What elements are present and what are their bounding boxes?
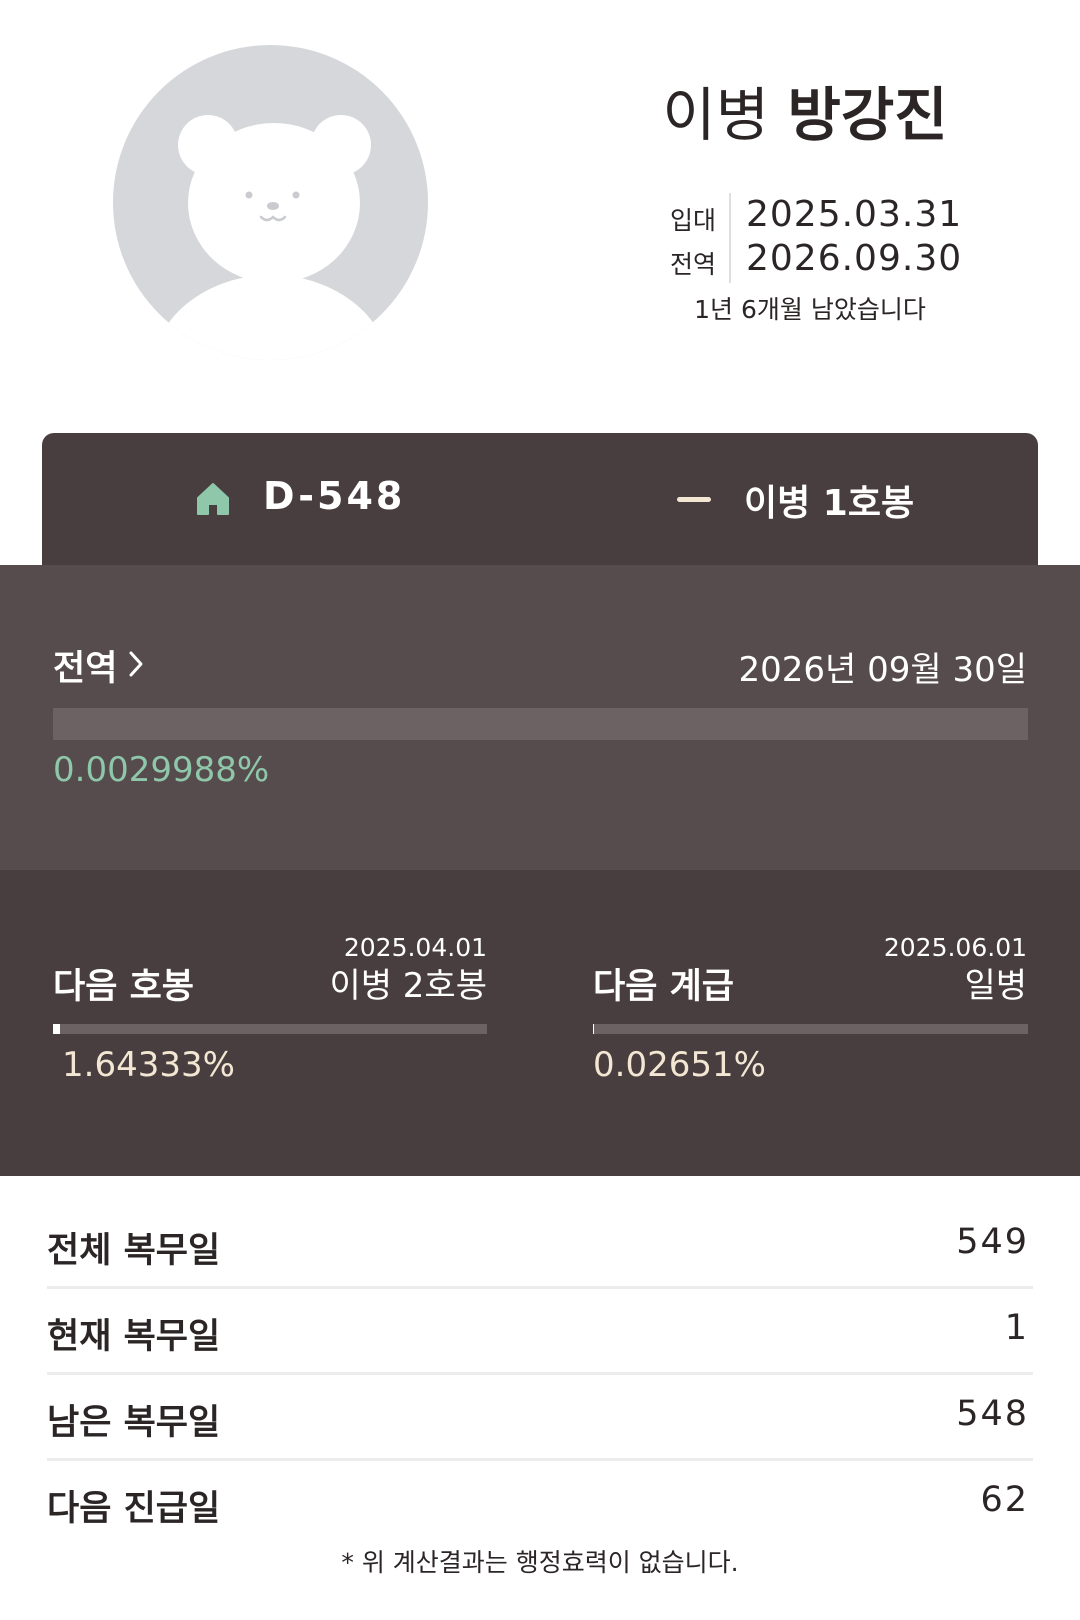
stat-value: 62 [980,1480,1029,1520]
next-panel [0,870,1080,1176]
discharge-date-short: 2026.09.30 [746,238,963,279]
next-pay-track [53,1024,487,1034]
soldier-name: 방강진 [787,81,948,149]
rank-label: 이병 [662,81,770,149]
enlist-date-row: 입대 2025.03.31 [660,193,970,237]
discharge-label: 전역 [670,250,717,279]
stat-label: 다음 진급일 [47,1489,221,1529]
avatar[interactable] [113,45,428,360]
enlist-label: 입대 [670,206,717,235]
rank-name-title: 이병 방강진 [600,80,1010,150]
date-divider [729,193,731,283]
stat-label: 전체 복무일 [47,1231,221,1271]
stat-value: 549 [956,1222,1029,1262]
next-pay-percent: 1.64333% [62,1045,235,1085]
next-pay-target: 이병 2호봉 [329,966,487,1006]
next-pay-fill [53,1024,61,1034]
next-promotion-title: 다음 계급 [593,967,734,1007]
stat-row-remaining: 남은 복무일 548 [47,1372,1033,1461]
stat-value: 1 [1004,1308,1029,1348]
next-promotion-target: 일병 [964,966,1027,1006]
discharge-progress-track [53,708,1028,740]
rank-dash-icon [677,497,711,502]
next-promotion-percent: 0.02651% [593,1045,766,1085]
bear-avatar-icon [152,115,390,360]
discharge-date-row: 전역 2026.09.30 [660,237,970,281]
discharge-link[interactable]: 전역 [53,640,117,691]
stat-row-next-promotion: 다음 진급일 62 [47,1458,1033,1544]
discharge-percent: 0.0029988% [53,750,270,790]
stat-label: 현재 복무일 [47,1317,221,1357]
discharge-full-date: 2026년 09월 30일 [738,650,1027,690]
enlist-date: 2025.03.31 [746,194,963,235]
chevron-right-icon[interactable] [128,650,144,682]
remaining-text: 1년 6개월 남았습니다 [694,295,926,324]
stat-value: 548 [956,1394,1029,1434]
home-icon [196,482,230,520]
next-pay-title: 다음 호봉 [53,967,194,1007]
current-rank: 이병 1호봉 [744,483,915,524]
stat-row-total: 전체 복무일 549 [47,1200,1033,1289]
disclaimer-text: * 위 계산결과는 행정효력이 없습니다. [341,1548,739,1577]
stat-label: 남은 복무일 [47,1403,221,1443]
dday-counter: D-548 [263,474,406,518]
stat-row-current: 현재 복무일 1 [47,1286,1033,1375]
next-promotion-track [593,1024,1028,1034]
